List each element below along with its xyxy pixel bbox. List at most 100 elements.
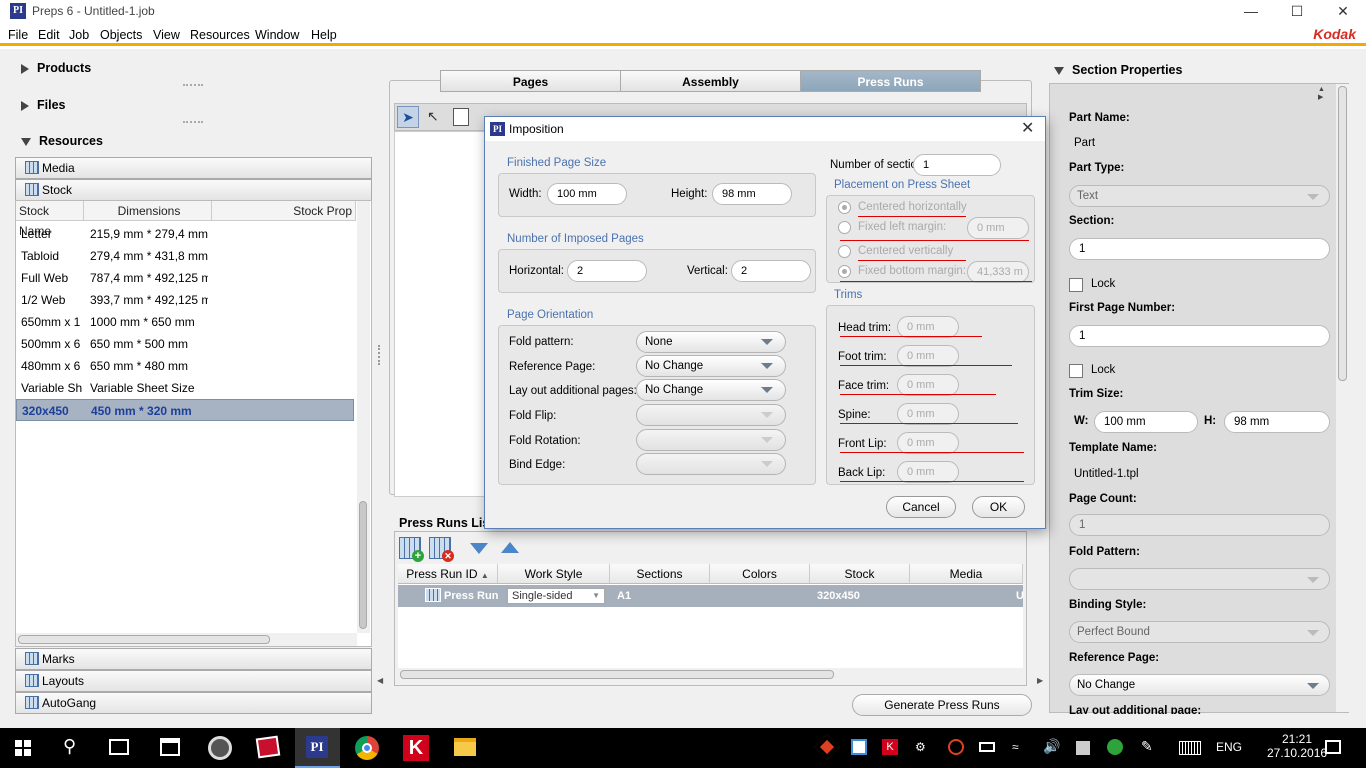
scrollbar-thumb[interactable] — [1338, 86, 1347, 381]
tab-media[interactable]: Media — [15, 157, 372, 179]
column-header-work-style[interactable]: Work Style — [498, 564, 610, 584]
centered-horizontally-radio[interactable] — [838, 201, 851, 214]
column-header-media[interactable]: Media — [910, 564, 1023, 584]
menu-objects[interactable]: Objects — [100, 28, 142, 42]
move-up-icon[interactable] — [501, 542, 519, 553]
height-field[interactable]: 98 mm — [712, 183, 792, 205]
fold-rotation-select[interactable] — [636, 429, 786, 451]
collapse-left-icon[interactable]: ◀ — [377, 676, 383, 685]
centered-vertically-radio[interactable] — [838, 245, 851, 258]
app-icon-1[interactable] — [208, 736, 232, 760]
vertical-field[interactable]: 2 — [731, 260, 811, 282]
table-row[interactable]: Press Run Single-sided ▼ A1 320x450 U — [398, 585, 1024, 607]
collapse-right-icon[interactable]: ▶ — [1037, 676, 1043, 685]
part-type-select[interactable]: Text — [1069, 185, 1330, 207]
scrollbar-thumb[interactable] — [18, 635, 270, 644]
store-icon[interactable] — [160, 738, 180, 756]
table-row[interactable]: Full Web 787,4 mm * 492,125 m — [16, 267, 354, 289]
menu-window[interactable]: Window — [255, 28, 299, 42]
scrollbar-thumb[interactable] — [359, 501, 367, 629]
menu-edit[interactable]: Edit — [38, 28, 60, 42]
menu-view[interactable]: View — [153, 28, 180, 42]
cancel-button[interactable]: Cancel — [886, 496, 956, 518]
file-explorer-icon[interactable] — [454, 738, 476, 756]
fold-pattern-select[interactable]: None — [636, 331, 786, 353]
right-scrollbar[interactable] — [1336, 84, 1349, 712]
notifications-icon[interactable] — [1325, 740, 1341, 754]
ok-button[interactable]: OK — [972, 496, 1025, 518]
column-header-stock[interactable]: Stock — [810, 564, 910, 584]
spine-trim-field[interactable]: 0 mm — [897, 403, 959, 425]
select-arrow-icon[interactable]: ➤ — [397, 106, 419, 128]
column-header-stock-prop[interactable]: Stock Prop — [212, 201, 356, 221]
tab-assembly[interactable]: Assembly — [620, 70, 801, 92]
start-icon[interactable] — [15, 740, 31, 756]
fixed-left-margin-field[interactable]: 0 mm — [967, 217, 1029, 239]
reference-page-select[interactable]: No Change — [1069, 674, 1330, 696]
tab-press-runs[interactable]: Press Runs — [800, 70, 981, 92]
table-row[interactable]: Variable Sh Variable Sheet Size — [16, 377, 354, 399]
move-down-icon[interactable] — [470, 543, 488, 554]
head-trim-field[interactable]: 0 mm — [897, 316, 959, 338]
horizontal-scrollbar[interactable] — [398, 668, 1023, 681]
bind-edge-select[interactable] — [636, 453, 786, 475]
column-header-sections[interactable]: Sections — [610, 564, 710, 584]
kaspersky-icon[interactable]: K — [403, 735, 429, 761]
splitter-grip[interactable] — [183, 121, 203, 123]
tray-icon-3[interactable]: K — [882, 739, 898, 755]
fold-pattern-select[interactable] — [1069, 568, 1330, 590]
language-indicator[interactable]: ENG — [1216, 740, 1242, 754]
trim-width-field[interactable]: 100 mm — [1094, 411, 1198, 433]
minimize-icon[interactable]: — — [1228, 0, 1274, 24]
pen-icon[interactable]: ✎ — [1141, 738, 1153, 755]
menu-help[interactable]: Help — [311, 28, 337, 42]
binding-style-select[interactable]: Perfect Bound — [1069, 621, 1330, 643]
back-lip-trim-field[interactable]: 0 mm — [897, 461, 959, 483]
tab-stock[interactable]: Stock — [15, 179, 372, 201]
pointer-icon[interactable]: ↖ — [427, 108, 439, 125]
scrollbar-thumb[interactable] — [400, 670, 834, 679]
close-icon[interactable]: ✕ — [1021, 118, 1034, 138]
page-number-icon[interactable] — [453, 108, 469, 126]
fold-flip-select[interactable] — [636, 404, 786, 426]
work-style-select[interactable]: Single-sided ▼ — [507, 588, 605, 604]
foot-trim-field[interactable]: 0 mm — [897, 345, 959, 367]
tray-icon-2[interactable] — [851, 739, 867, 755]
trim-height-field[interactable]: 98 mm — [1224, 411, 1330, 433]
sections-field[interactable]: 1 — [913, 154, 1001, 176]
scroll-arrows-icon[interactable]: ▲ ▶ — [1318, 86, 1325, 101]
tab-layouts[interactable]: Layouts — [15, 670, 372, 692]
table-row[interactable]: 480mm x 6 650 mm * 480 mm — [16, 355, 354, 377]
app-icon-2[interactable] — [255, 735, 281, 759]
table-row[interactable]: Letter 215,9 mm * 279,4 mm — [16, 223, 354, 245]
maximize-icon[interactable]: ☐ — [1274, 0, 1320, 24]
splitter-grip[interactable] — [183, 84, 203, 86]
table-row[interactable]: 1/2 Web 393,7 mm * 492,125 m — [16, 289, 354, 311]
clock[interactable]: 21:21 27.10.2016 — [1267, 732, 1327, 760]
horizontal-scrollbar[interactable] — [16, 633, 357, 646]
splitter-handle[interactable] — [378, 345, 382, 365]
lock-checkbox[interactable] — [1069, 278, 1083, 292]
tray-icon-4[interactable]: ⚙ — [915, 740, 926, 754]
files-header[interactable]: Files — [21, 98, 66, 112]
battery-icon[interactable] — [979, 742, 995, 752]
menu-job[interactable]: Job — [69, 28, 89, 42]
resources-header[interactable]: Resources — [21, 134, 103, 148]
tab-autogang[interactable]: AutoGang — [15, 692, 372, 714]
delete-press-run-icon[interactable]: ✕ — [429, 537, 454, 562]
column-header-press-run-id[interactable]: Press Run ID ▲ — [398, 564, 498, 584]
layout-additional-select[interactable]: No Change — [636, 379, 786, 401]
fixed-bottom-margin-field[interactable]: 41,333 m — [967, 261, 1029, 283]
volume-icon[interactable]: 🔊 — [1043, 738, 1060, 755]
fixed-left-margin-radio[interactable] — [838, 221, 851, 234]
menu-file[interactable]: File — [8, 28, 28, 42]
chrome-icon[interactable] — [355, 736, 379, 760]
section-field[interactable]: 1 — [1069, 238, 1330, 260]
canvas[interactable] — [394, 131, 486, 497]
table-row[interactable]: 650mm x 1 1000 mm * 650 mm — [16, 311, 354, 333]
tray-icon-5[interactable] — [948, 739, 964, 755]
table-row[interactable]: 320x450 450 mm * 320 mm — [16, 399, 354, 421]
section-properties-header[interactable]: Section Properties — [1054, 63, 1182, 77]
tab-pages[interactable]: Pages — [440, 70, 621, 92]
tray-icon-6[interactable] — [1076, 741, 1090, 755]
